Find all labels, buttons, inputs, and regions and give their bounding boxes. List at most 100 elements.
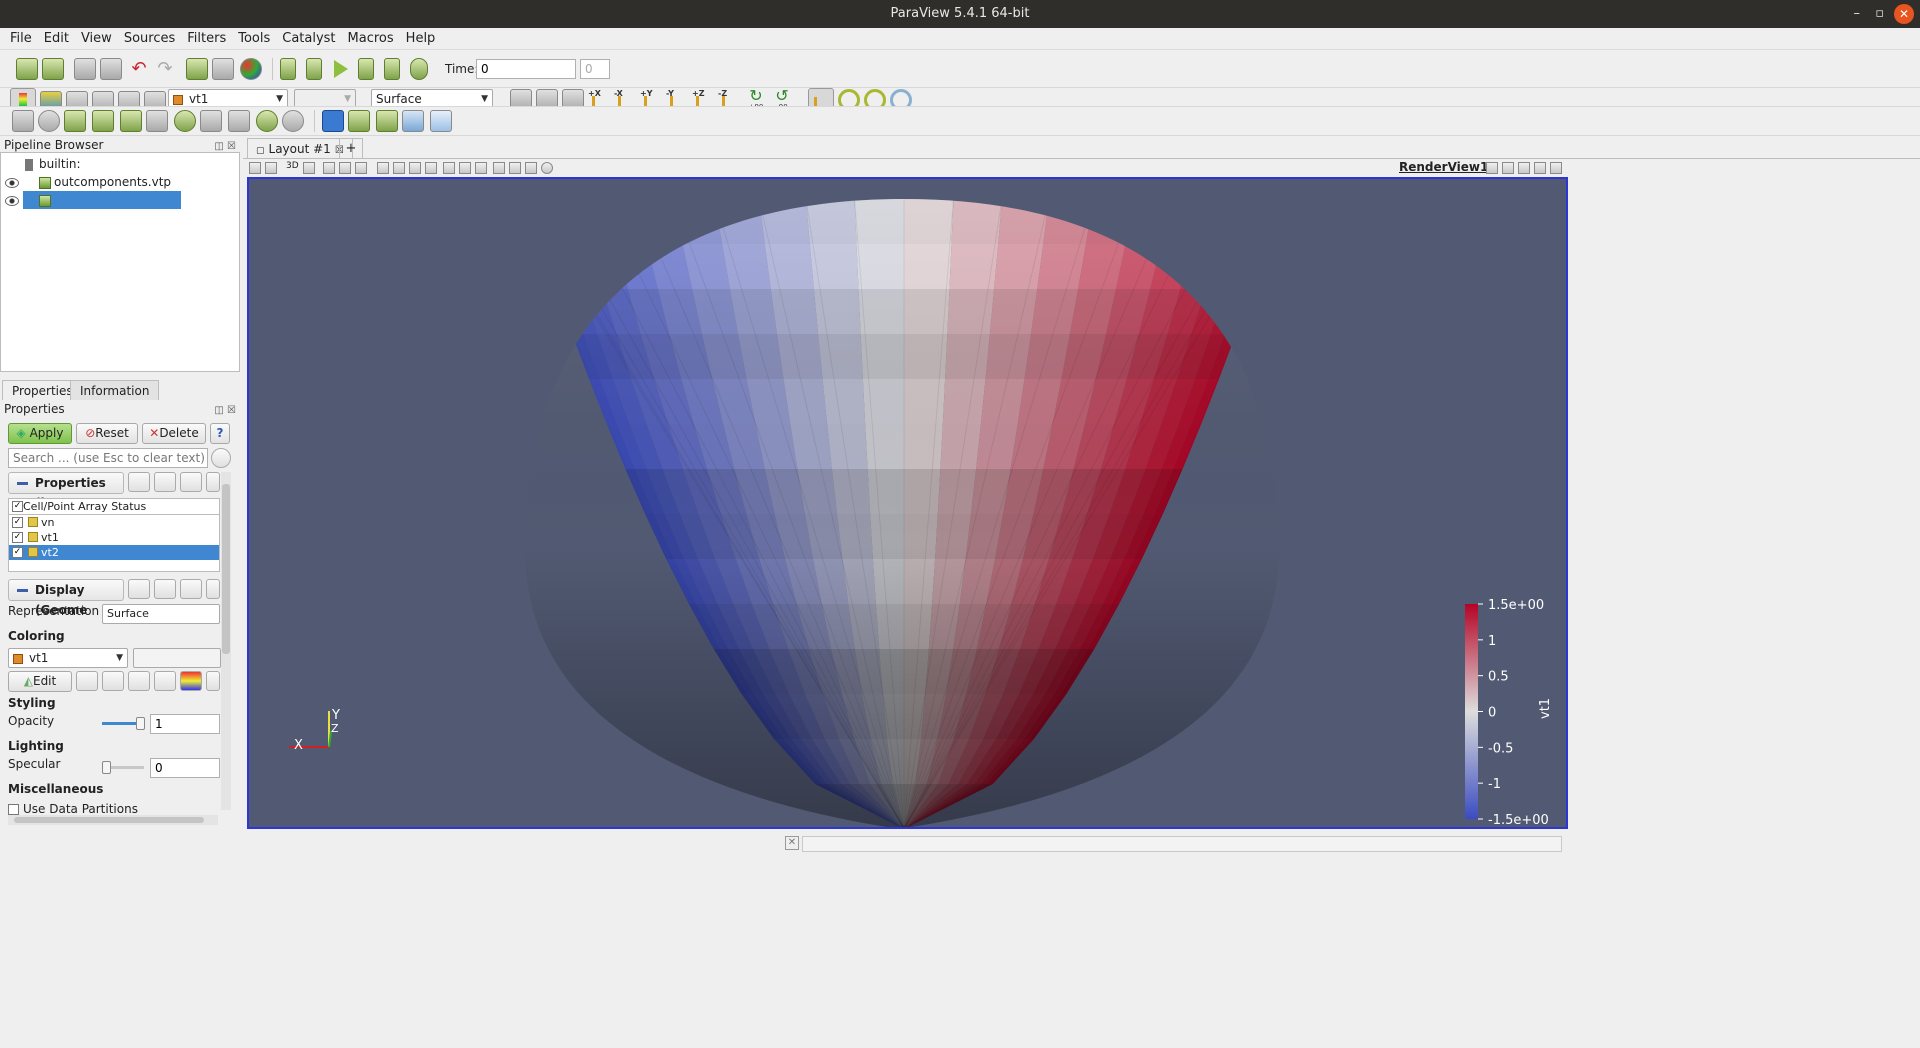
previous-frame-icon[interactable] <box>306 58 322 80</box>
tab-information[interactable]: Information <box>70 380 160 400</box>
apply-button[interactable]: ◈ Apply <box>8 423 72 444</box>
copy-display-icon[interactable] <box>128 579 150 599</box>
menu-file[interactable]: File <box>4 28 38 50</box>
maximize-view-icon[interactable] <box>1518 162 1530 174</box>
next-frame-icon[interactable] <box>358 58 374 80</box>
pipeline-root[interactable]: builtin: <box>25 155 81 173</box>
menu-edit[interactable]: Edit <box>38 28 75 50</box>
select-points-icon[interactable] <box>339 162 351 174</box>
first-frame-icon[interactable] <box>280 58 296 80</box>
section-display[interactable]: Display (Geome <box>8 579 124 617</box>
select-cells-on-icon[interactable] <box>322 110 344 132</box>
restore-view-icon[interactable] <box>1534 162 1546 174</box>
split-vertical-icon[interactable] <box>1502 162 1514 174</box>
pipeline-item[interactable]: outcomponents.vtp <box>39 173 171 191</box>
coloring-component-select[interactable] <box>133 648 221 668</box>
time-input[interactable]: 0 <box>476 59 576 79</box>
close-icon[interactable]: ✕ <box>1894 4 1914 24</box>
undo-icon[interactable]: ↶ <box>128 58 150 80</box>
play-icon[interactable] <box>334 60 348 78</box>
threshold-icon[interactable] <box>120 110 142 132</box>
maximize-icon[interactable]: ▫ <box>1875 0 1884 28</box>
checkbox-all[interactable]: ✓ <box>12 501 23 512</box>
histogram-icon[interactable] <box>402 110 424 132</box>
annotations-icon[interactable] <box>206 671 220 691</box>
show-colorbar-icon[interactable] <box>180 671 202 691</box>
add-layout-tab[interactable]: + <box>339 138 363 158</box>
paste-properties-icon[interactable] <box>154 472 176 492</box>
checkbox[interactable]: ✓ <box>12 547 23 558</box>
select-frustum-icon[interactable] <box>355 162 367 174</box>
list-item[interactable]: ✓ vt1 <box>9 530 219 545</box>
open-recent-icon[interactable] <box>42 58 64 80</box>
minimize-icon[interactable]: – <box>1854 0 1861 28</box>
contour-icon[interactable] <box>38 110 60 132</box>
save-defaults-icon[interactable] <box>206 472 220 492</box>
restore-display-defaults-icon[interactable] <box>180 579 202 599</box>
specular-slider-handle[interactable] <box>102 761 111 774</box>
query-icon[interactable] <box>509 162 521 174</box>
extract-level-icon[interactable] <box>282 110 304 132</box>
clear-selection-icon[interactable] <box>475 162 487 174</box>
grow-selection-icon[interactable] <box>443 162 455 174</box>
loop-icon[interactable] <box>410 58 428 80</box>
properties-hscrollbar-thumb[interactable] <box>14 817 204 823</box>
shrink-selection-icon[interactable] <box>459 162 471 174</box>
glyph-icon[interactable] <box>174 110 196 132</box>
dock-float-close-icon[interactable]: ◫ ☒ <box>214 403 236 419</box>
split-horizontal-icon[interactable] <box>1486 162 1498 174</box>
save-display-defaults-icon[interactable] <box>206 579 220 599</box>
delete-button[interactable]: ✕Delete <box>142 423 206 444</box>
camera-undo-icon[interactable] <box>186 58 208 80</box>
properties-search-input[interactable]: Search ... (use Esc to clear text) <box>8 448 208 468</box>
copy-properties-icon[interactable] <box>128 472 150 492</box>
capture-screenshot-icon[interactable] <box>249 162 261 174</box>
paste-display-icon[interactable] <box>154 579 176 599</box>
warp-by-vector-icon[interactable] <box>228 110 250 132</box>
connect-icon[interactable] <box>74 58 96 80</box>
polygon-select-icon[interactable] <box>409 162 421 174</box>
array-status-header-row[interactable]: ✓ Cell/Point Array Status <box>9 499 219 514</box>
capture-screenshot-clipboard-icon[interactable] <box>265 162 277 174</box>
select-cells-icon[interactable] <box>323 162 335 174</box>
pipeline-item-selected[interactable]: bettercomponents.vtp <box>23 191 191 225</box>
restore-defaults-icon[interactable] <box>180 472 202 492</box>
checkbox[interactable]: ✓ <box>12 532 23 543</box>
camera-parallel-icon[interactable] <box>303 162 315 174</box>
menu-view[interactable]: View <box>75 28 118 50</box>
edit-annotation-icon[interactable] <box>525 162 537 174</box>
plot-over-line-icon[interactable] <box>376 110 398 132</box>
reset-view-icon[interactable] <box>541 162 553 174</box>
properties-hscrollbar[interactable] <box>8 815 218 825</box>
group-datasets-icon[interactable] <box>256 110 278 132</box>
clip-icon[interactable] <box>64 110 86 132</box>
visibility-eye-icon[interactable] <box>5 178 19 188</box>
interactive-select-icon[interactable] <box>377 162 389 174</box>
section-properties[interactable]: Properties (bet <box>8 472 124 510</box>
timestep-spinbox[interactable]: 0 <box>580 59 610 79</box>
palette-icon[interactable] <box>240 58 262 80</box>
use-data-partitions-checkbox[interactable] <box>8 804 19 815</box>
select-blocks-icon[interactable] <box>425 162 437 174</box>
stream-tracer-icon[interactable] <box>200 110 222 132</box>
camera-redo-icon[interactable] <box>212 58 234 80</box>
edit-colormap-button[interactable]: ◭Edit <box>8 671 72 692</box>
extract-subset-icon[interactable] <box>146 110 168 132</box>
rescale-range-icon[interactable] <box>76 671 98 691</box>
python-calculator-icon[interactable] <box>430 110 452 132</box>
disconnect-icon[interactable] <box>100 58 122 80</box>
menu-sources[interactable]: Sources <box>118 28 181 50</box>
checkbox[interactable]: ✓ <box>12 517 23 528</box>
coloring-array-select[interactable]: vt1 ▼ <box>8 648 128 668</box>
menu-filters[interactable]: Filters <box>181 28 232 50</box>
menu-catalyst[interactable]: Catalyst <box>276 28 341 50</box>
representation-dropdown[interactable]: Surface <box>102 604 220 624</box>
toggle-3d-button[interactable]: 3D <box>286 161 299 171</box>
layout-tab[interactable]: ▢ Layout #1 ☒ <box>247 138 353 158</box>
view-name[interactable]: RenderView1 <box>1399 160 1488 174</box>
redo-icon[interactable]: ↷ <box>154 58 176 80</box>
visibility-eye-icon[interactable] <box>5 196 19 206</box>
hover-points-icon[interactable] <box>393 162 405 174</box>
clear-status-icon[interactable]: ✕ <box>785 836 799 850</box>
menu-macros[interactable]: Macros <box>342 28 400 50</box>
